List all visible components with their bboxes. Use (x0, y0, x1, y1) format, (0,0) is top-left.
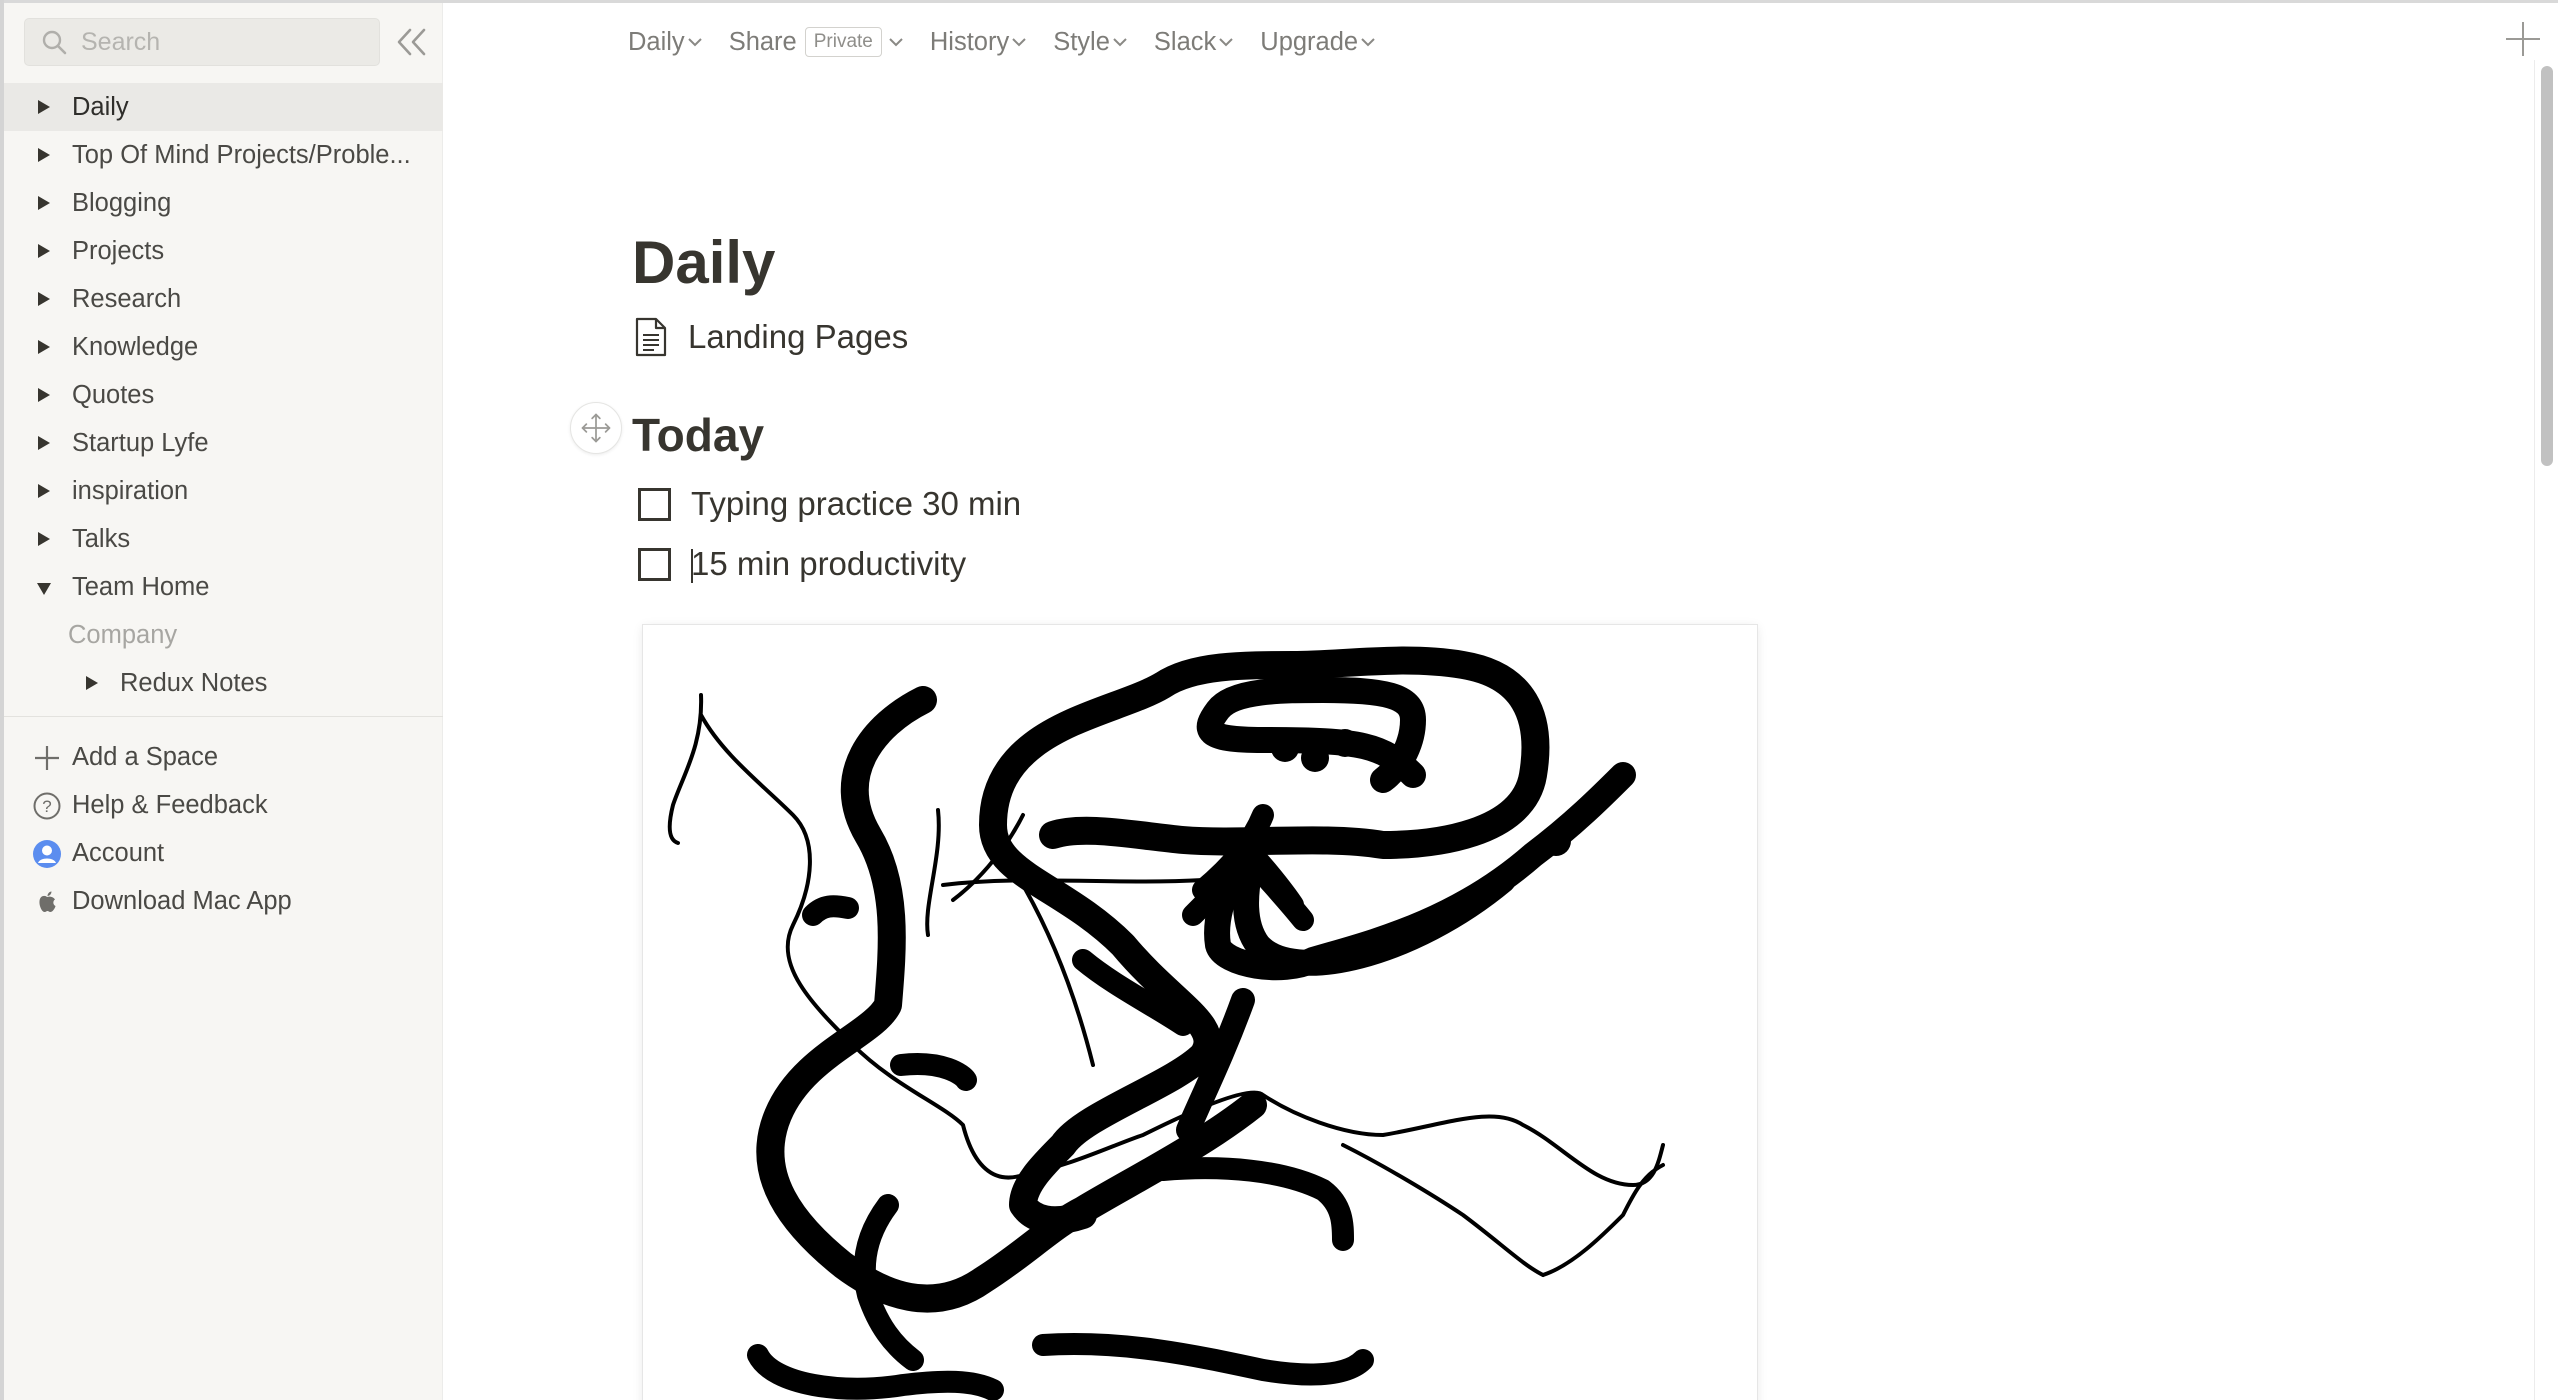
sidebar-item-label: Quotes (72, 380, 155, 409)
section-heading-today[interactable]: Today (632, 408, 764, 462)
collapse-sidebar-icon[interactable] (392, 25, 432, 59)
account-button[interactable]: Account (4, 829, 443, 877)
share-menu[interactable]: Share Private (729, 27, 904, 57)
history-menu-label: History (929, 27, 1010, 56)
sidebar-item-talks[interactable]: Talks (4, 515, 443, 563)
drawing-canvas[interactable] (643, 625, 1757, 1400)
scrollbar-thumb[interactable] (2541, 66, 2553, 466)
todo-checkbox[interactable] (638, 487, 671, 521)
upgrade-menu-label: Upgrade (1260, 27, 1359, 56)
sidebar-item-quotes[interactable]: Quotes (4, 371, 443, 419)
expand-triangle-icon[interactable] (38, 148, 50, 162)
svg-text:?: ? (42, 797, 51, 816)
footer-item-label: Account (72, 838, 165, 867)
expand-triangle-icon[interactable] (38, 292, 50, 306)
sidebar-item-inspiration[interactable]: inspiration (4, 467, 443, 515)
expand-triangle-icon[interactable] (38, 436, 50, 450)
todo-checkbox[interactable] (638, 547, 671, 581)
todo-text[interactable]: Typing practice 30 min (691, 485, 1021, 523)
chevron-down-icon (1012, 38, 1026, 47)
daily-menu[interactable]: Daily (628, 28, 703, 57)
collapse-triangle-icon[interactable] (37, 583, 51, 595)
slack-menu[interactable]: Slack (1154, 28, 1234, 57)
sidebar-item-daily[interactable]: Daily (4, 83, 443, 131)
chevron-down-icon (889, 38, 903, 47)
page-link-landing-pages[interactable]: Landing Pages (634, 313, 908, 361)
add-space-button[interactable]: Add a Space (4, 733, 443, 781)
sketch-strokes (667, 646, 1665, 1400)
help-circle-icon: ? (33, 792, 61, 820)
sidebar: Daily Top Of Mind Projects/Proble... Blo… (4, 3, 443, 1400)
sidebar-item-label: Company (68, 620, 178, 649)
sidebar-item-label: Talks (72, 524, 131, 553)
sidebar-divider (4, 716, 443, 717)
sidebar-item-projects[interactable]: Projects (4, 227, 443, 275)
sidebar-item-redux-notes[interactable]: Redux Notes (4, 659, 443, 707)
download-mac-app-button[interactable]: Download Mac App (4, 877, 443, 925)
top-menu-bar: Daily Share Private History Style Slack … (628, 24, 1402, 60)
search-input[interactable] (81, 27, 361, 57)
daily-menu-label: Daily (628, 27, 685, 56)
upgrade-menu[interactable]: Upgrade (1260, 28, 1376, 57)
chevron-down-icon (687, 38, 702, 47)
sidebar-item-label: Projects (72, 236, 165, 265)
page-title[interactable]: Daily (632, 228, 775, 297)
privacy-badge: Private (804, 27, 882, 57)
slack-menu-label: Slack (1153, 27, 1217, 56)
chevron-down-icon (1113, 38, 1127, 47)
apple-icon (39, 891, 56, 912)
sidebar-item-top-of-mind[interactable]: Top Of Mind Projects/Proble... (4, 131, 443, 179)
sidebar-item-label: Startup Lyfe (72, 428, 209, 457)
history-menu[interactable]: History (930, 28, 1027, 57)
expand-triangle-icon[interactable] (38, 340, 50, 354)
chevron-down-icon (1361, 38, 1375, 47)
sidebar-item-company[interactable]: Company (4, 611, 443, 659)
expand-triangle-icon[interactable] (86, 676, 98, 690)
sidebar-item-label: Knowledge (72, 332, 199, 361)
todo-text-with-cursor[interactable]: 15 min productivity (691, 544, 967, 584)
sidebar-item-startup-lyfe[interactable]: Startup Lyfe (4, 419, 443, 467)
plus-icon (35, 746, 59, 770)
search-box[interactable] (24, 18, 380, 66)
document-icon (635, 317, 667, 357)
expand-triangle-icon[interactable] (38, 532, 50, 546)
sidebar-item-label: inspiration (72, 476, 189, 505)
sidebar-item-blogging[interactable]: Blogging (4, 179, 443, 227)
expand-triangle-icon[interactable] (38, 388, 50, 402)
todo-item[interactable]: 15 min productivity (638, 540, 966, 588)
sidebar-item-knowledge[interactable]: Knowledge (4, 323, 443, 371)
sidebar-item-label: Redux Notes (120, 668, 268, 697)
expand-triangle-icon[interactable] (38, 100, 50, 114)
todo-item[interactable]: Typing practice 30 min (638, 480, 1021, 528)
sidebar-item-team-home[interactable]: Team Home (4, 563, 443, 611)
search-icon (42, 30, 67, 55)
expand-triangle-icon[interactable] (38, 484, 50, 498)
sidebar-item-research[interactable]: Research (4, 275, 443, 323)
page-tree: Daily Top Of Mind Projects/Proble... Blo… (4, 83, 443, 707)
sidebar-footer: Add a Space ? Help & Feedback Account Do… (4, 733, 443, 925)
sidebar-item-label: Top Of Mind Projects/Proble... (72, 140, 411, 169)
block-drag-handle-icon[interactable] (570, 402, 622, 454)
todo-text: 15 min productivity (691, 544, 967, 582)
style-menu-label: Style (1053, 27, 1110, 56)
sidebar-item-label: Blogging (72, 188, 172, 217)
share-menu-label: Share (728, 27, 797, 56)
sidebar-item-label: Team Home (72, 572, 210, 601)
expand-triangle-icon[interactable] (38, 244, 50, 258)
help-feedback-button[interactable]: ? Help & Feedback (4, 781, 443, 829)
chevron-down-icon (1219, 38, 1233, 47)
footer-item-label: Help & Feedback (72, 790, 268, 819)
footer-item-label: Download Mac App (72, 886, 292, 915)
style-menu[interactable]: Style (1053, 28, 1128, 57)
expand-triangle-icon[interactable] (38, 196, 50, 210)
sidebar-item-label: Research (72, 284, 182, 313)
sidebar-item-label: Daily (72, 92, 129, 121)
new-page-plus-icon[interactable] (2504, 20, 2542, 58)
page-link-label: Landing Pages (688, 318, 909, 355)
footer-item-label: Add a Space (72, 742, 219, 771)
user-avatar-icon (33, 840, 61, 868)
